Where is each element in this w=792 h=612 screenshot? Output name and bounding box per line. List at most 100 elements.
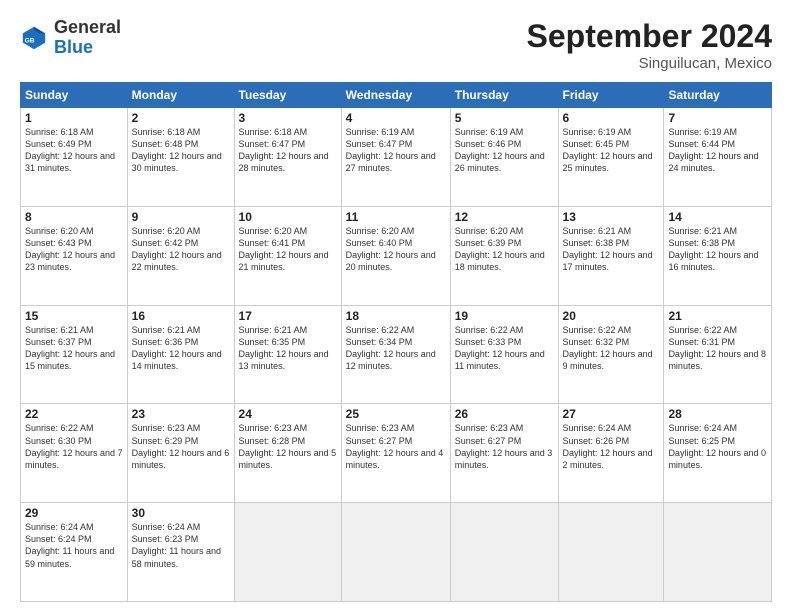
- col-monday: Monday: [127, 83, 234, 108]
- day-number: 1: [25, 111, 123, 125]
- table-cell: 1Sunrise: 6:18 AMSunset: 6:49 PMDaylight…: [21, 108, 128, 207]
- day-number: 18: [346, 309, 446, 323]
- day-info: Sunrise: 6:19 AMSunset: 6:45 PMDaylight:…: [563, 126, 660, 175]
- day-info: Sunrise: 6:21 AMSunset: 6:36 PMDaylight:…: [132, 324, 230, 373]
- table-cell: 19Sunrise: 6:22 AMSunset: 6:33 PMDayligh…: [450, 305, 558, 404]
- day-info: Sunrise: 6:22 AMSunset: 6:33 PMDaylight:…: [455, 324, 554, 373]
- day-number: 21: [668, 309, 767, 323]
- day-number: 14: [668, 210, 767, 224]
- day-number: 20: [563, 309, 660, 323]
- day-number: 17: [239, 309, 337, 323]
- day-number: 28: [668, 407, 767, 421]
- day-info: Sunrise: 6:22 AMSunset: 6:31 PMDaylight:…: [668, 324, 767, 373]
- day-number: 7: [668, 111, 767, 125]
- table-cell: 23Sunrise: 6:23 AMSunset: 6:29 PMDayligh…: [127, 404, 234, 503]
- day-info: Sunrise: 6:24 AMSunset: 6:23 PMDaylight:…: [132, 521, 230, 570]
- day-info: Sunrise: 6:23 AMSunset: 6:27 PMDaylight:…: [346, 422, 446, 471]
- day-number: 23: [132, 407, 230, 421]
- calendar-table: Sunday Monday Tuesday Wednesday Thursday…: [20, 82, 772, 602]
- day-number: 10: [239, 210, 337, 224]
- table-cell: 26Sunrise: 6:23 AMSunset: 6:27 PMDayligh…: [450, 404, 558, 503]
- table-cell: 25Sunrise: 6:23 AMSunset: 6:27 PMDayligh…: [341, 404, 450, 503]
- day-number: 8: [25, 210, 123, 224]
- day-info: Sunrise: 6:20 AMSunset: 6:42 PMDaylight:…: [132, 225, 230, 274]
- header-row: Sunday Monday Tuesday Wednesday Thursday…: [21, 83, 772, 108]
- day-info: Sunrise: 6:19 AMSunset: 6:44 PMDaylight:…: [668, 126, 767, 175]
- day-info: Sunrise: 6:24 AMSunset: 6:24 PMDaylight:…: [25, 521, 123, 570]
- day-info: Sunrise: 6:18 AMSunset: 6:47 PMDaylight:…: [239, 126, 337, 175]
- day-info: Sunrise: 6:23 AMSunset: 6:28 PMDaylight:…: [239, 422, 337, 471]
- location: Singuilucan, Mexico: [527, 55, 772, 72]
- day-number: 4: [346, 111, 446, 125]
- day-info: Sunrise: 6:18 AMSunset: 6:49 PMDaylight:…: [25, 126, 123, 175]
- day-info: Sunrise: 6:20 AMSunset: 6:40 PMDaylight:…: [346, 225, 446, 274]
- day-number: 5: [455, 111, 554, 125]
- table-cell: 16Sunrise: 6:21 AMSunset: 6:36 PMDayligh…: [127, 305, 234, 404]
- table-row: 1Sunrise: 6:18 AMSunset: 6:49 PMDaylight…: [21, 108, 772, 207]
- day-info: Sunrise: 6:20 AMSunset: 6:43 PMDaylight:…: [25, 225, 123, 274]
- table-cell: [664, 503, 772, 602]
- day-info: Sunrise: 6:22 AMSunset: 6:32 PMDaylight:…: [563, 324, 660, 373]
- page: GB General Blue September 2024 Singuiluc…: [0, 0, 792, 612]
- day-info: Sunrise: 6:22 AMSunset: 6:34 PMDaylight:…: [346, 324, 446, 373]
- table-cell: 10Sunrise: 6:20 AMSunset: 6:41 PMDayligh…: [234, 206, 341, 305]
- table-row: 8Sunrise: 6:20 AMSunset: 6:43 PMDaylight…: [21, 206, 772, 305]
- table-cell: 8Sunrise: 6:20 AMSunset: 6:43 PMDaylight…: [21, 206, 128, 305]
- day-info: Sunrise: 6:21 AMSunset: 6:35 PMDaylight:…: [239, 324, 337, 373]
- col-friday: Friday: [558, 83, 664, 108]
- table-cell: 6Sunrise: 6:19 AMSunset: 6:45 PMDaylight…: [558, 108, 664, 207]
- table-cell: 3Sunrise: 6:18 AMSunset: 6:47 PMDaylight…: [234, 108, 341, 207]
- col-wednesday: Wednesday: [341, 83, 450, 108]
- day-number: 25: [346, 407, 446, 421]
- day-info: Sunrise: 6:18 AMSunset: 6:48 PMDaylight:…: [132, 126, 230, 175]
- col-saturday: Saturday: [664, 83, 772, 108]
- day-number: 13: [563, 210, 660, 224]
- table-cell: 13Sunrise: 6:21 AMSunset: 6:38 PMDayligh…: [558, 206, 664, 305]
- day-info: Sunrise: 6:21 AMSunset: 6:37 PMDaylight:…: [25, 324, 123, 373]
- day-number: 27: [563, 407, 660, 421]
- table-cell: 9Sunrise: 6:20 AMSunset: 6:42 PMDaylight…: [127, 206, 234, 305]
- table-cell: 27Sunrise: 6:24 AMSunset: 6:26 PMDayligh…: [558, 404, 664, 503]
- table-cell: [558, 503, 664, 602]
- table-cell: [234, 503, 341, 602]
- day-info: Sunrise: 6:24 AMSunset: 6:26 PMDaylight:…: [563, 422, 660, 471]
- table-cell: 18Sunrise: 6:22 AMSunset: 6:34 PMDayligh…: [341, 305, 450, 404]
- day-info: Sunrise: 6:20 AMSunset: 6:41 PMDaylight:…: [239, 225, 337, 274]
- table-row: 22Sunrise: 6:22 AMSunset: 6:30 PMDayligh…: [21, 404, 772, 503]
- day-number: 22: [25, 407, 123, 421]
- day-info: Sunrise: 6:20 AMSunset: 6:39 PMDaylight:…: [455, 225, 554, 274]
- table-cell: 17Sunrise: 6:21 AMSunset: 6:35 PMDayligh…: [234, 305, 341, 404]
- day-info: Sunrise: 6:21 AMSunset: 6:38 PMDaylight:…: [668, 225, 767, 274]
- table-cell: 21Sunrise: 6:22 AMSunset: 6:31 PMDayligh…: [664, 305, 772, 404]
- day-number: 12: [455, 210, 554, 224]
- title-block: September 2024 Singuilucan, Mexico: [527, 18, 772, 72]
- day-number: 9: [132, 210, 230, 224]
- table-cell: 14Sunrise: 6:21 AMSunset: 6:38 PMDayligh…: [664, 206, 772, 305]
- day-info: Sunrise: 6:21 AMSunset: 6:38 PMDaylight:…: [563, 225, 660, 274]
- table-cell: 5Sunrise: 6:19 AMSunset: 6:46 PMDaylight…: [450, 108, 558, 207]
- table-cell: 29Sunrise: 6:24 AMSunset: 6:24 PMDayligh…: [21, 503, 128, 602]
- day-number: 30: [132, 506, 230, 520]
- table-cell: 24Sunrise: 6:23 AMSunset: 6:28 PMDayligh…: [234, 404, 341, 503]
- day-number: 26: [455, 407, 554, 421]
- day-info: Sunrise: 6:19 AMSunset: 6:46 PMDaylight:…: [455, 126, 554, 175]
- logo-text: General Blue: [54, 18, 121, 58]
- header: GB General Blue September 2024 Singuiluc…: [20, 18, 772, 72]
- day-number: 29: [25, 506, 123, 520]
- day-info: Sunrise: 6:22 AMSunset: 6:30 PMDaylight:…: [25, 422, 123, 471]
- table-cell: [341, 503, 450, 602]
- svg-text:GB: GB: [25, 37, 35, 44]
- day-number: 6: [563, 111, 660, 125]
- col-thursday: Thursday: [450, 83, 558, 108]
- day-number: 2: [132, 111, 230, 125]
- col-sunday: Sunday: [21, 83, 128, 108]
- logo-icon: GB: [20, 24, 48, 52]
- logo-blue: Blue: [54, 37, 93, 57]
- table-cell: 12Sunrise: 6:20 AMSunset: 6:39 PMDayligh…: [450, 206, 558, 305]
- table-cell: 11Sunrise: 6:20 AMSunset: 6:40 PMDayligh…: [341, 206, 450, 305]
- table-cell: 4Sunrise: 6:19 AMSunset: 6:47 PMDaylight…: [341, 108, 450, 207]
- table-row: 15Sunrise: 6:21 AMSunset: 6:37 PMDayligh…: [21, 305, 772, 404]
- table-cell: 20Sunrise: 6:22 AMSunset: 6:32 PMDayligh…: [558, 305, 664, 404]
- table-cell: 28Sunrise: 6:24 AMSunset: 6:25 PMDayligh…: [664, 404, 772, 503]
- table-cell: 2Sunrise: 6:18 AMSunset: 6:48 PMDaylight…: [127, 108, 234, 207]
